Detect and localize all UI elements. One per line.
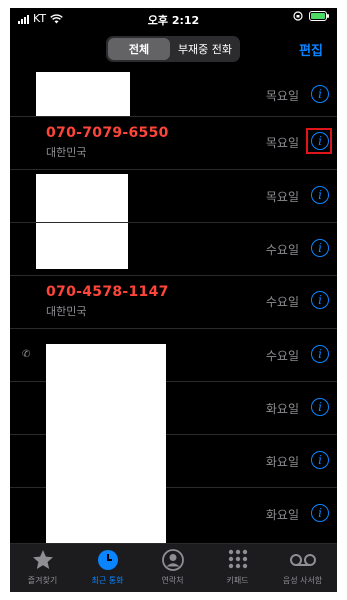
info-icon[interactable]: i — [311, 345, 329, 363]
orientation-lock-icon — [293, 11, 303, 21]
call-row[interactable]: 목요일 i — [10, 64, 337, 117]
call-day: 수요일 — [265, 295, 299, 309]
tab-label: 키패드 — [226, 576, 249, 585]
call-row[interactable]: 수요일 i — [10, 223, 337, 276]
tab-label: 최근 통화 — [91, 576, 124, 585]
segment-missed[interactable]: 부재중 전화 — [172, 38, 238, 60]
redacted-contact-block — [46, 344, 166, 544]
call-day: 수요일 — [265, 243, 299, 257]
outgoing-call-icon: ✆ — [22, 349, 31, 360]
clock-icon — [75, 548, 140, 572]
keypad-icon — [205, 548, 270, 572]
info-icon[interactable]: i — [311, 239, 329, 257]
call-day: 목요일 — [265, 89, 299, 103]
info-icon[interactable]: i — [311, 186, 329, 204]
tab-label: 음성 사서함 — [282, 576, 323, 585]
redacted-contact — [36, 72, 130, 116]
info-icon[interactable]: i — [311, 451, 329, 469]
status-right-group — [293, 11, 329, 21]
phone-screen: KT 오후 2:12 전체 부재중 전화 편집 목요일 i 070-7079-6… — [10, 8, 337, 592]
tab-recents[interactable]: 최근 통화 — [75, 548, 140, 586]
call-day: 화요일 — [265, 508, 299, 522]
caller-number: 070-4578-1147 — [46, 284, 169, 300]
caller-country: 대한민국 — [46, 305, 87, 318]
info-icon[interactable]: i — [311, 291, 329, 309]
star-icon — [10, 548, 75, 572]
battery-icon — [309, 11, 329, 21]
call-day: 목요일 — [265, 190, 299, 204]
highlight-box — [306, 128, 332, 154]
call-day: 목요일 — [265, 136, 299, 150]
call-row[interactable]: 070-7079-6550 대한민국 목요일 i — [10, 117, 337, 170]
caller-number: 070-7079-6550 — [46, 125, 169, 141]
tab-voicemail[interactable]: 음성 사서함 — [270, 548, 335, 586]
tab-bar: 즐겨찾기 최근 통화 연락처 키패드 음성 사서함 — [10, 543, 337, 592]
status-time: 오후 2:12 — [147, 14, 200, 27]
call-filter-segmented-control: 전체 부재중 전화 — [106, 36, 240, 62]
redacted-contact — [36, 174, 128, 222]
voicemail-icon — [270, 548, 335, 572]
caller-country: 대한민국 — [46, 146, 87, 159]
tab-label: 즐겨찾기 — [27, 576, 58, 585]
call-row[interactable]: 목요일 i — [10, 170, 337, 223]
tab-keypad[interactable]: 키패드 — [205, 548, 270, 586]
tab-label: 연락처 — [161, 576, 184, 585]
contact-icon — [140, 548, 205, 572]
tab-favorites[interactable]: 즐겨찾기 — [10, 548, 75, 586]
status-bar: KT 오후 2:12 — [10, 8, 337, 30]
call-day: 화요일 — [265, 402, 299, 416]
edit-button[interactable]: 편집 — [299, 40, 323, 59]
call-day: 수요일 — [265, 349, 299, 363]
call-row[interactable]: 070-4578-1147 대한민국 수요일 i — [10, 276, 337, 329]
redacted-contact — [36, 223, 128, 269]
call-day: 화요일 — [265, 455, 299, 469]
info-icon[interactable]: i — [311, 504, 329, 522]
header: 전체 부재중 전화 편집 — [10, 34, 337, 66]
segment-all[interactable]: 전체 — [108, 38, 170, 60]
info-icon[interactable]: i — [311, 398, 329, 416]
tab-contacts[interactable]: 연락처 — [140, 548, 205, 586]
info-icon[interactable]: i — [311, 85, 329, 103]
